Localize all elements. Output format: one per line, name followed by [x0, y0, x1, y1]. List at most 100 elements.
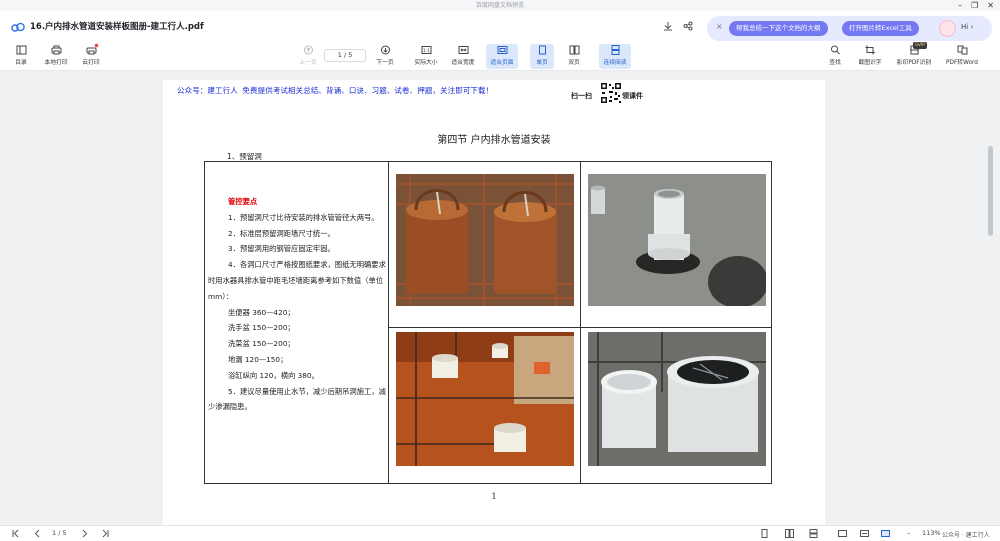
continuous-read-button[interactable]: 连续阅读 — [599, 44, 631, 69]
single-page-button[interactable]: 单页 — [530, 44, 554, 69]
printer-icon — [51, 45, 61, 55]
value-item: 地漏 120—150； — [228, 354, 288, 364]
fit-page-icon — [497, 46, 507, 54]
table-divider — [580, 162, 581, 483]
fit-page-button[interactable]: 适合页面 — [486, 44, 518, 69]
note-item: 4．各洞口尺寸严格按图纸要求，图纸无明确要求时用水器具排水管中距毛坯墙距离参考如… — [208, 260, 386, 301]
page-number: 1 — [491, 492, 497, 501]
value-item: 浴缸纵向 120，横向 380。 — [228, 370, 319, 380]
section-title: 第四节 户内排水管道安装 — [437, 135, 551, 146]
header-note: 公众号：建工行人 免费提供考试相关总结、背诵、口诀、习题、试卷、押题，关注即可下… — [177, 86, 494, 95]
next-page-button[interactable]: 下一页 — [373, 44, 397, 69]
catalog-button[interactable]: 目录 — [10, 44, 32, 69]
page-number-input[interactable]: 1 / 5 — [324, 49, 366, 62]
fit-width-button[interactable]: 适合宽度 — [449, 44, 477, 69]
scan-label-left: 扫一扫 — [571, 92, 592, 100]
note-item: 2．标准层预留洞距墙尺寸统一。 — [228, 228, 335, 238]
fit-width-icon — [458, 46, 468, 54]
assistant-avatar[interactable] — [939, 20, 956, 37]
baidu-cloud-icon — [11, 22, 25, 32]
search-button[interactable]: 查找 — [825, 44, 845, 69]
qr-code-image — [600, 82, 622, 104]
actual-size-label: 实际大小 — [414, 60, 438, 66]
ocr-pdf-label: 影印PDF识别 — [896, 60, 932, 66]
double-page-icon — [569, 45, 579, 55]
close-icon[interactable]: × — [716, 22, 723, 31]
single-page-icon — [538, 45, 546, 55]
actual-size-view-icon[interactable] — [838, 529, 847, 538]
status-page-indicator: 1 / 5 — [52, 529, 67, 537]
note-item: 3．预留洞用的钢管应固定牢固。 — [228, 244, 335, 254]
arrow-up-circle-icon — [303, 45, 313, 55]
download-icon[interactable] — [663, 21, 673, 31]
fit-width-view-icon[interactable] — [860, 529, 869, 538]
prev-page-label: 上一页 — [299, 60, 317, 66]
prev-page-icon[interactable] — [33, 529, 42, 538]
local-print-button[interactable]: 本地打印 — [41, 44, 71, 69]
double-page-view-icon[interactable] — [785, 529, 794, 538]
fit-width-label: 适合宽度 — [451, 60, 475, 66]
window-controls: – ❐ ✕ — [958, 0, 994, 11]
next-page-icon[interactable] — [80, 529, 89, 538]
sleeve-formwork-photo — [396, 332, 574, 466]
title-bar: 16.户内排水管道安装样板图册-建工行人.pdf × 帮我总结一下这个文档的大纲… — [0, 11, 1000, 42]
prev-page-button[interactable]: 上一页 — [296, 44, 320, 69]
greeting-text: Hi — [961, 23, 969, 31]
status-bar: 1 / 5 – 113% — [0, 525, 1000, 541]
svip-badge: SVIP — [913, 42, 927, 49]
pdf-page: 公众号：建工行人 免费提供考试相关总结、背诵、口诀、习题、试卷、押题，关注即可下… — [163, 80, 825, 525]
ai-assistant-bar: × 帮我总结一下这个文档的大纲 打开图片转Excel工具 Hi › — [707, 16, 992, 41]
catalog-label: 目录 — [15, 60, 27, 66]
last-page-icon[interactable] — [101, 529, 110, 538]
double-page-button[interactable]: 双页 — [562, 44, 586, 69]
zoom-level[interactable]: 113% — [922, 529, 941, 537]
image-to-excel-button[interactable]: 打开图片转Excel工具 — [842, 21, 919, 36]
svg-text:1:1: 1:1 — [422, 48, 429, 54]
search-label: 查找 — [829, 60, 841, 66]
continuous-view-icon[interactable] — [809, 529, 818, 538]
note-item: 1．预留洞尺寸比待安装的排水管管径大两号。 — [228, 212, 379, 222]
summarize-outline-button[interactable]: 帮我总结一下这个文档的大纲 — [729, 21, 828, 36]
document-title: 16.户内排水管道安装样板图册-建工行人.pdf — [30, 22, 204, 32]
continuous-read-icon — [611, 45, 619, 55]
share-icon[interactable] — [683, 21, 693, 31]
single-page-view-icon[interactable] — [760, 529, 769, 538]
actual-size-button[interactable]: 1:1 实际大小 — [412, 44, 440, 69]
close-window-button[interactable]: ✕ — [987, 0, 994, 11]
note-item: 5．建议尽量使用止水节，减少后期吊洞施工，减少渗漏隐患。 — [208, 386, 386, 412]
table-divider — [388, 162, 389, 483]
arrow-down-circle-icon — [380, 45, 390, 55]
cloud-printer-icon — [86, 43, 98, 55]
value-item: 洗手盆 150—200； — [228, 323, 295, 333]
first-page-icon[interactable] — [11, 529, 20, 538]
value-item: 洗菜盆 150—200； — [228, 339, 295, 349]
double-page-label: 双页 — [568, 60, 580, 66]
cloud-print-button[interactable]: 云打印 — [79, 43, 103, 69]
chevron-right-icon: › — [970, 23, 974, 31]
scan-label-right: 领课件 — [622, 92, 643, 100]
screenshot-ocr-label: 截图识字 — [858, 60, 882, 66]
fit-page-label: 适合页面 — [490, 60, 514, 66]
pdf-to-word-button[interactable]: PDF转Word — [943, 44, 981, 69]
fit-page-view-icon[interactable] — [881, 529, 890, 538]
document-viewport[interactable]: 公众号：建工行人 免费提供考试相关总结、背诵、口诀、习题、试卷、押题，关注即可下… — [0, 72, 1000, 525]
assistant-greeting[interactable]: Hi › — [961, 23, 973, 31]
screenshot-ocr-button[interactable]: 截图识字 — [855, 44, 885, 69]
catalog-icon — [16, 45, 26, 55]
steel-sleeve-photo — [396, 174, 574, 306]
pvc-pipe-photo — [588, 174, 766, 306]
vertical-scrollbar[interactable] — [988, 146, 993, 236]
control-notes: 管控要点 1．预留洞尺寸比待安装的排水管管径大两号。 2．标准层预留洞距墙尺寸统… — [208, 194, 386, 415]
minimize-button[interactable]: – — [958, 0, 962, 11]
watermark: 公众号 · 建工行人 — [942, 532, 990, 539]
crop-icon — [865, 45, 875, 55]
continuous-read-label: 连续阅读 — [603, 60, 627, 66]
search-icon — [830, 45, 840, 55]
actual-size-icon: 1:1 — [421, 46, 431, 54]
table-divider — [388, 327, 772, 328]
zoom-out-button[interactable]: – — [907, 529, 910, 537]
toolbar: 目录 本地打印 云打印 上一页 下一页 1:1 实际大小 适合宽度 适合页面 单… — [0, 42, 1000, 71]
next-page-label: 下一页 — [376, 60, 394, 66]
stop-water-joint-photo — [588, 332, 766, 466]
restore-button[interactable]: ❐ — [971, 0, 978, 11]
